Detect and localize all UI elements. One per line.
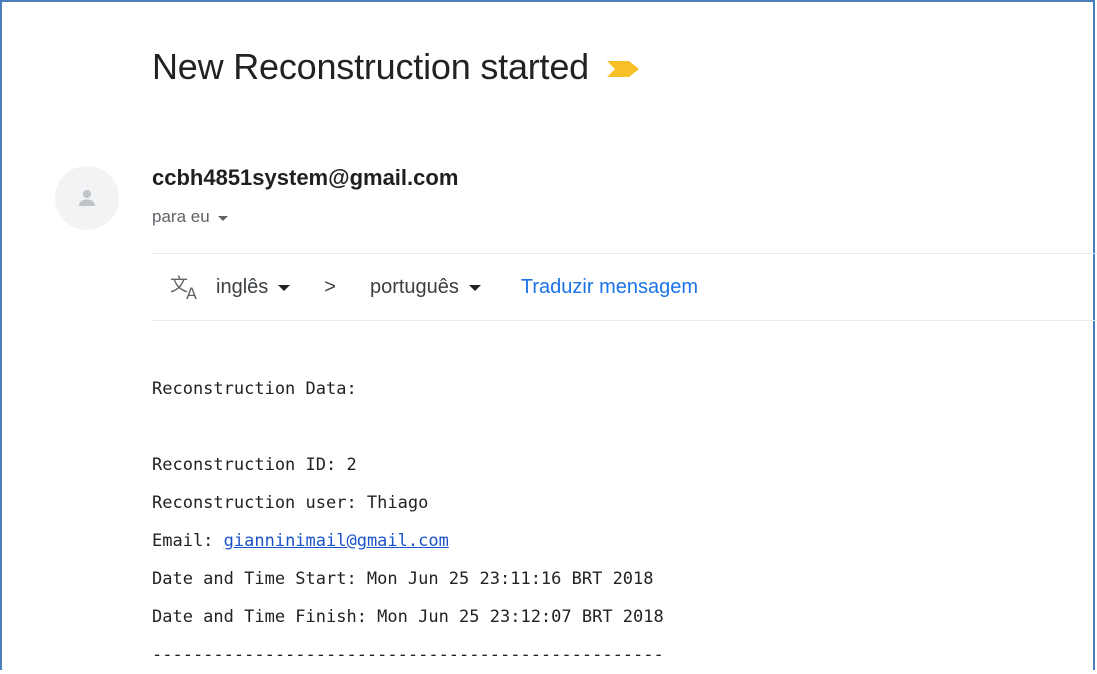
subject-row: New Reconstruction started <box>152 46 639 88</box>
recipient-details[interactable]: para eu <box>152 207 228 227</box>
chevron-down-icon <box>468 285 481 291</box>
body-divider: ----------------------------------------… <box>152 645 664 665</box>
body-user-line: Reconstruction user: Thiago <box>152 493 429 513</box>
chevron-down-icon[interactable] <box>217 216 228 221</box>
important-marker-icon[interactable] <box>607 61 639 77</box>
body-start-line: Date and Time Start: Mon Jun 25 23:11:16… <box>152 569 654 589</box>
svg-text:A: A <box>186 284 197 301</box>
email-subject: New Reconstruction started <box>152 46 589 87</box>
source-language-select[interactable]: inglês <box>216 275 291 299</box>
person-icon <box>79 190 95 206</box>
sender-address[interactable]: ccbh4851system@gmail.com <box>152 165 458 191</box>
body-heading: Reconstruction Data: <box>152 379 357 399</box>
translate-message-link[interactable]: Traduzir mensagem <box>521 276 698 299</box>
source-language-label: inglês <box>216 275 269 298</box>
body-finish-line: Date and Time Finish: Mon Jun 25 23:12:0… <box>152 607 664 627</box>
target-language-select[interactable]: português <box>370 276 481 299</box>
translate-bar: 文 A inglês > português Traduzir mensagem <box>152 253 1097 321</box>
body-email-prefix: Email: <box>152 531 224 551</box>
chevron-down-icon <box>278 285 291 291</box>
message-body: Reconstruction Data: Reconstruction ID: … <box>152 370 664 674</box>
body-id-line: Reconstruction ID: 2 <box>152 455 357 475</box>
target-language-label: português <box>369 275 459 298</box>
body-blank-line <box>152 408 664 446</box>
body-email-line: Email: gianninimail@gmail.com <box>152 522 664 560</box>
translate-icon: 文 A <box>170 273 202 303</box>
language-arrow: > <box>324 275 336 298</box>
sender-avatar[interactable] <box>55 166 119 230</box>
recipient-label: para eu <box>152 207 210 226</box>
body-email-link[interactable]: gianninimail@gmail.com <box>224 531 449 551</box>
